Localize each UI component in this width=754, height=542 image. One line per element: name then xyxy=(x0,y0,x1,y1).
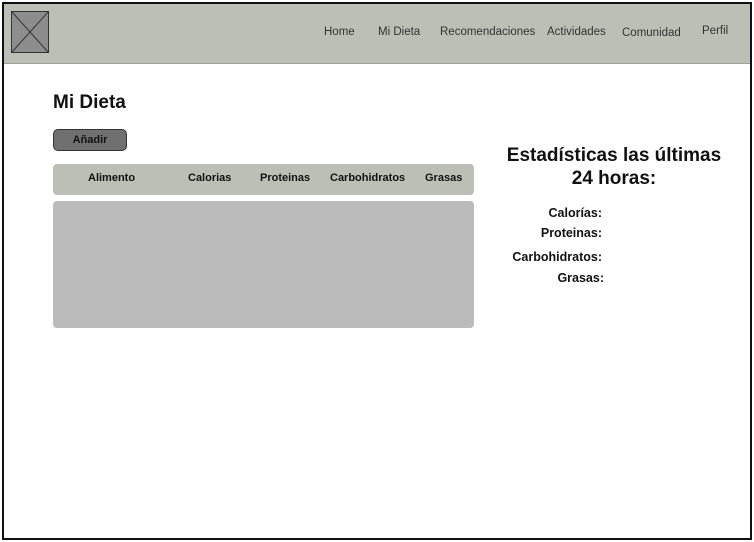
stat-grasas-label: Grasas: xyxy=(557,271,604,285)
nav-actividades[interactable]: Actividades xyxy=(547,26,606,38)
col-proteinas[interactable]: Proteinas xyxy=(260,172,310,184)
page-frame: Home Mi Dieta Recomendaciones Actividade… xyxy=(2,2,752,540)
add-food-button[interactable]: Añadir xyxy=(53,129,127,151)
diet-table-body xyxy=(53,201,474,328)
nav-home[interactable]: Home xyxy=(324,26,355,38)
main-nav: Home Mi Dieta Recomendaciones Actividade… xyxy=(4,4,750,63)
stat-proteinas-label: Proteinas: xyxy=(540,226,602,240)
page-title: Mi Dieta xyxy=(53,92,126,113)
stat-carbohidratos-label: Carbohidratos: xyxy=(512,250,602,264)
col-grasas[interactable]: Grasas xyxy=(425,172,462,184)
col-carbohidratos[interactable]: Carbohidratos xyxy=(330,172,405,184)
nav-comunidad[interactable]: Comunidad xyxy=(622,27,681,39)
top-navbar: Home Mi Dieta Recomendaciones Actividade… xyxy=(4,4,750,64)
diet-table-header: Alimento Calorias Proteinas Carbohidrato… xyxy=(53,164,474,195)
nav-perfil[interactable]: Perfil xyxy=(702,25,728,37)
nav-mi-dieta[interactable]: Mi Dieta xyxy=(378,26,420,38)
stat-calorias-label: Calorías: xyxy=(548,206,603,220)
nav-recomendaciones[interactable]: Recomendaciones xyxy=(440,26,535,38)
col-calorias[interactable]: Calorias xyxy=(188,172,231,184)
stats-title: Estadísticas las últimas 24 horas: xyxy=(506,145,722,189)
col-alimento[interactable]: Alimento xyxy=(88,172,135,184)
